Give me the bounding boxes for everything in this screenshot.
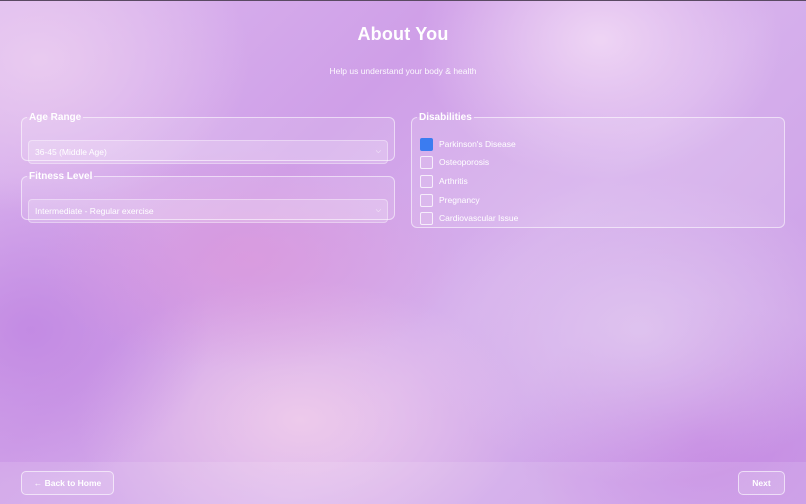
checkbox-checked[interactable] bbox=[420, 137, 433, 151]
disability-option-label: Osteoporosis bbox=[439, 157, 490, 167]
checkbox[interactable] bbox=[420, 193, 433, 207]
fitness-level-label: Fitness Level bbox=[29, 171, 93, 182]
chevron-down-icon: ⌵ bbox=[375, 207, 381, 214]
disability-option-arthritis[interactable]: Arthritis bbox=[420, 174, 468, 188]
age-range-value: 36-45 (Middle Age) bbox=[35, 147, 107, 157]
chevron-down-icon: ⌵ bbox=[375, 148, 381, 155]
disability-option-parkinsons[interactable]: Parkinson's Disease bbox=[420, 137, 516, 151]
fitness-level-group: Fitness Level Intermediate - Regular exe… bbox=[21, 171, 395, 223]
checkbox[interactable] bbox=[420, 174, 433, 188]
age-range-group: Age Range 36-45 (Middle Age) ⌵ bbox=[21, 112, 395, 164]
disability-option-label: Arthritis bbox=[439, 176, 468, 186]
disability-option-osteoporosis[interactable]: Osteoporosis bbox=[420, 155, 489, 169]
next-button[interactable]: Next bbox=[738, 471, 785, 495]
checkbox[interactable] bbox=[420, 211, 433, 225]
window-top-edge bbox=[0, 0, 806, 1]
footer-bar: ← Back to Home Next bbox=[0, 462, 806, 504]
disabilities-label: Disabilities bbox=[419, 112, 472, 123]
page-title: About You bbox=[357, 24, 449, 44]
disabilities-group: Disabilities Parkinson's Disease Osteopo… bbox=[411, 112, 785, 228]
fitness-level-value: Intermediate - Regular exercise bbox=[35, 206, 154, 216]
age-range-label: Age Range bbox=[29, 112, 82, 123]
disability-option-pregnancy[interactable]: Pregnancy bbox=[420, 193, 480, 207]
checkbox[interactable] bbox=[420, 155, 433, 169]
disability-option-label: Cardiovascular Issue bbox=[439, 213, 519, 223]
disability-option-cardiovascular[interactable]: Cardiovascular Issue bbox=[420, 211, 518, 225]
fitness-level-select[interactable]: Intermediate - Regular exercise ⌵ bbox=[28, 199, 388, 223]
back-to-home-button[interactable]: ← Back to Home bbox=[21, 471, 114, 495]
age-range-select[interactable]: 36-45 (Middle Age) ⌵ bbox=[28, 140, 388, 164]
disability-option-label: Pregnancy bbox=[439, 195, 480, 205]
page-subtitle: Help us understand your body & health bbox=[329, 66, 477, 76]
disability-option-label: Parkinson's Disease bbox=[439, 139, 516, 149]
